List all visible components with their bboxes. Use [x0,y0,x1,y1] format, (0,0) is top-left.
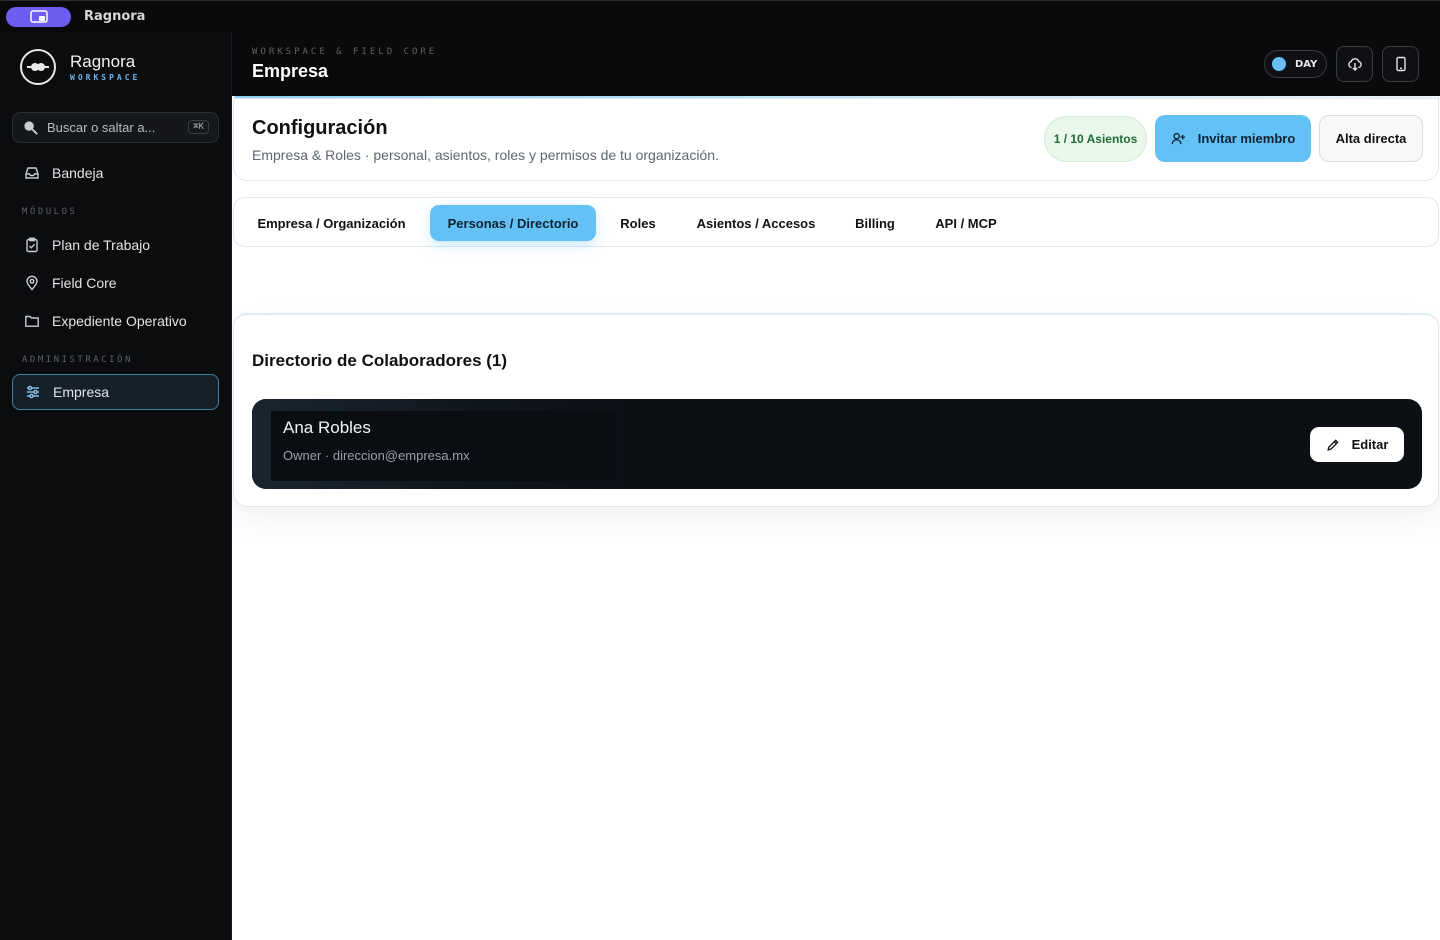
tab-asientos-accesos[interactable]: Asientos / Accesos [680,205,832,241]
search-box[interactable]: ⌘K [12,112,219,143]
directory-card: Directorio de Colaboradores (1) Ana Robl… [233,313,1439,507]
sun-icon [1272,57,1286,71]
smartphone-icon [1395,56,1406,72]
sidebar-item-label: Plan de Trabajo [52,237,151,253]
sidebar-item-label: Field Core [52,275,117,291]
search-shortcut: ⌘K [188,120,209,134]
app-switcher-button[interactable] [6,6,71,27]
invite-member-button[interactable]: Invitar miembro [1155,115,1311,162]
brand[interactable]: Ragnora WORKSPACE [20,49,140,85]
window-titlebar: Ragnora [0,0,1440,32]
clipboard-check-icon [26,237,38,253]
cloud-download-icon [1347,58,1362,71]
edit-member-button[interactable]: Editar [1310,427,1404,462]
sidebar-item-label: Bandeja [52,165,104,181]
tab-roles[interactable]: Roles [610,205,666,241]
main-content: WORKSPACE & FIELD CORE Empresa DAY Confi… [232,32,1440,940]
config-header-card: Configuración Empresa & Roles · personal… [233,98,1439,181]
sidebar-section-modules: MÓDULOS [22,207,78,217]
sidebar-item-label: Expediente Operativo [52,313,187,329]
ragnora-logo-icon [20,49,56,85]
sliders-icon [27,385,39,399]
tab-empresa-organizacion[interactable]: Empresa / Organización [244,205,419,241]
sidebar-item-bandeja[interactable]: Bandeja [12,155,219,191]
tab-api-mcp[interactable]: API / MCP [924,205,1008,241]
sidebar-item-field-core[interactable]: Field Core [12,265,219,301]
sidebar-item-plan-de-trabajo[interactable]: Plan de Trabajo [12,227,219,263]
edit-member-label: Editar [1351,437,1389,452]
folder-icon [25,315,39,327]
tab-personas-directorio[interactable]: Personas / Directorio [430,205,596,241]
search-icon [24,121,38,135]
settings-tabs: Empresa / Organización Personas / Direct… [233,197,1439,247]
brand-name: Ragnora [70,52,136,71]
topbar-kicker: WORKSPACE & FIELD CORE [252,47,438,57]
page-title: Configuración [252,117,388,139]
mobile-view-button[interactable] [1382,46,1419,82]
member-row: Ana Robles Owner · direccion@empresa.mx … [252,399,1422,489]
user-plus-icon [1171,132,1185,145]
member-meta: Owner · direccion@empresa.mx [283,448,470,463]
sidebar: Ragnora WORKSPACE ⌘K Bandeja MÓDULOS Pla… [0,32,232,940]
cloud-sync-button[interactable] [1336,46,1373,82]
sidebar-item-label: Empresa [53,384,110,400]
seats-badge: 1 / 10 Asientos [1044,116,1147,162]
workspace-icon [29,9,48,23]
invite-member-label: Invitar miembro [1197,131,1296,146]
direct-add-button[interactable]: Alta directa [1319,115,1423,162]
sidebar-section-admin: ADMINISTRACIÓN [22,355,133,365]
page-subtitle: Empresa & Roles · personal, asientos, ro… [252,147,719,163]
search-input[interactable] [47,120,177,135]
sidebar-item-empresa[interactable]: Empresa [12,374,219,410]
inbox-icon [25,167,39,179]
topbar: WORKSPACE & FIELD CORE Empresa DAY [232,32,1440,96]
directory-title: Directorio de Colaboradores (1) [252,351,508,370]
topbar-title: Empresa [252,61,329,81]
map-pin-icon [26,275,38,291]
brand-subtitle: WORKSPACE [70,73,141,82]
pencil-icon [1326,438,1339,451]
day-label: DAY [1295,58,1318,70]
day-night-toggle[interactable]: DAY [1264,50,1327,78]
window-title: Ragnora [84,9,146,24]
tab-billing[interactable]: Billing [844,205,906,241]
member-name: Ana Robles [283,418,371,437]
sidebar-item-expediente-operativo[interactable]: Expediente Operativo [12,303,219,339]
